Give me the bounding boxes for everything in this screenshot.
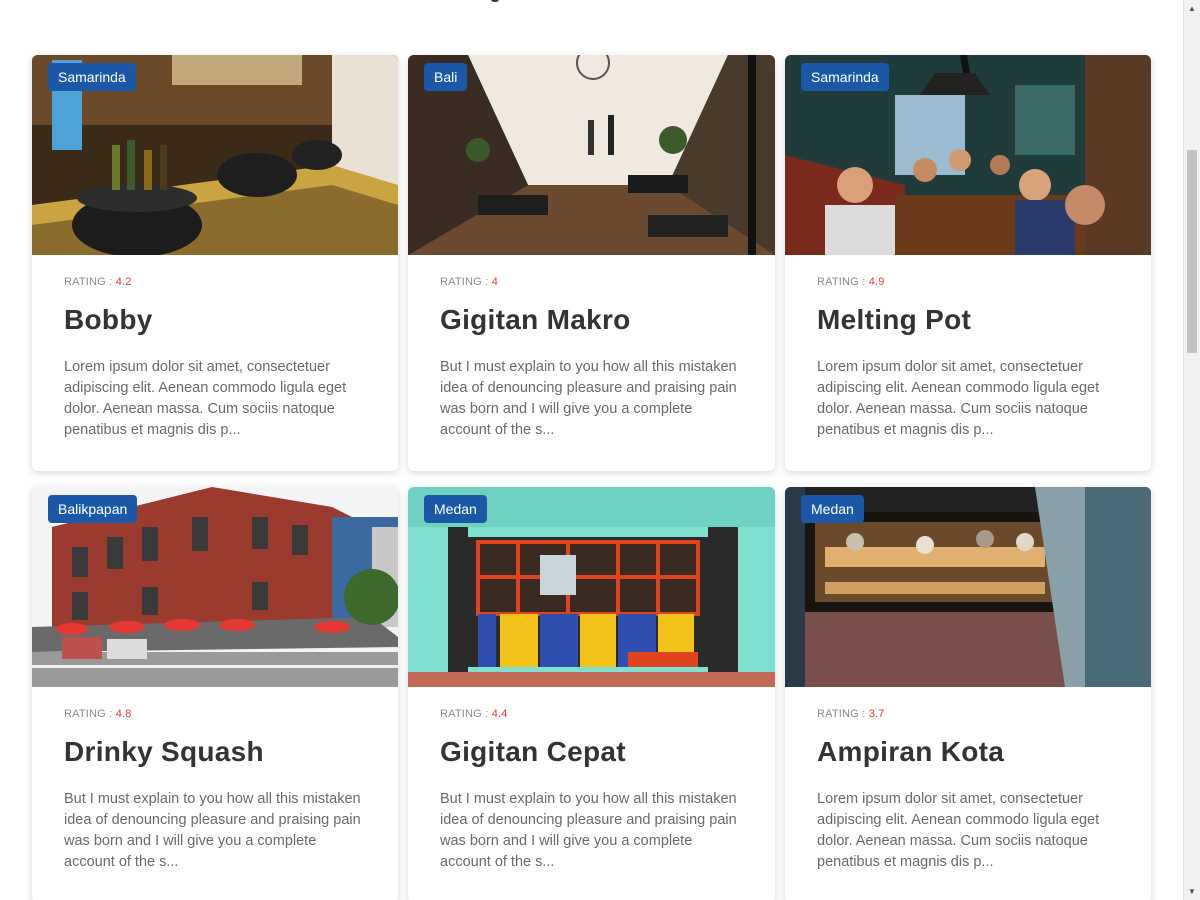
rating-value: 4.9 bbox=[868, 276, 885, 288]
rating-value: 4 bbox=[491, 276, 499, 288]
vertical-scrollbar[interactable]: ▲ ▼ bbox=[1183, 0, 1200, 900]
city-badge: Balikpapan bbox=[48, 495, 138, 523]
restaurant-card[interactable]: Bali RATING : 4 Gigitan Makro But I must… bbox=[408, 55, 775, 471]
restaurant-name[interactable]: Ampiran Kota bbox=[817, 735, 1119, 769]
city-badge: Samarinda bbox=[801, 63, 889, 91]
rating-label: RATING : bbox=[440, 276, 489, 288]
restaurant-description: But I must explain to you how all this m… bbox=[440, 791, 737, 870]
restaurant-description: But I must explain to you how all this m… bbox=[64, 791, 361, 870]
restaurant-photo: Medan bbox=[408, 487, 775, 687]
restaurant-card[interactable]: Medan RATING : 4.4 Gigitan Cepat But I m… bbox=[408, 487, 775, 900]
rating-value: 4.2 bbox=[115, 276, 132, 288]
rating-value: 4.4 bbox=[491, 708, 508, 720]
city-badge: Medan bbox=[801, 495, 864, 523]
restaurant-name[interactable]: Gigitan Cepat bbox=[440, 735, 743, 769]
rating: RATING : 4.2 bbox=[64, 276, 366, 290]
restaurant-description: But I must explain to you how all this m… bbox=[440, 359, 737, 438]
rating: RATING : 4.8 bbox=[64, 708, 366, 722]
page: Samarinda RATING : 4.2 Bobby Lorem ipsum… bbox=[0, 0, 1200, 900]
scroll-up-arrow-icon[interactable]: ▲ bbox=[1184, 0, 1200, 17]
rating-label: RATING : bbox=[817, 276, 866, 288]
rating-value: 4.8 bbox=[115, 708, 132, 720]
restaurant-photo: Bali bbox=[408, 55, 775, 255]
rating-label: RATING : bbox=[64, 708, 113, 720]
city-badge: Bali bbox=[424, 63, 468, 91]
scrollbar-thumb[interactable] bbox=[1187, 150, 1197, 353]
rating: RATING : 4.9 bbox=[817, 276, 1119, 290]
rating: RATING : 4.4 bbox=[440, 708, 743, 722]
restaurant-name[interactable]: Bobby bbox=[64, 303, 366, 337]
scroll-down-arrow-icon[interactable]: ▼ bbox=[1184, 883, 1200, 900]
restaurant-description: Lorem ipsum dolor sit amet, consectetuer… bbox=[64, 359, 347, 438]
restaurant-name[interactable]: Drinky Squash bbox=[64, 735, 366, 769]
rating-value: 3.7 bbox=[868, 708, 885, 720]
restaurant-card[interactable]: Samarinda RATING : 4.2 Bobby Lorem ipsum… bbox=[32, 55, 398, 471]
restaurant-card[interactable]: Balikpapan RATING : 4.8 Drinky Squash Bu… bbox=[32, 487, 398, 900]
restaurant-grid: Samarinda RATING : 4.2 Bobby Lorem ipsum… bbox=[32, 55, 1152, 900]
section-heading-fragment bbox=[491, 0, 499, 2]
city-badge: Medan bbox=[424, 495, 487, 523]
rating-label: RATING : bbox=[440, 708, 489, 720]
restaurant-card[interactable]: Samarinda RATING : 4.9 Melting Pot Lorem… bbox=[785, 55, 1151, 471]
rating: RATING : 4 bbox=[440, 276, 743, 290]
restaurant-description: Lorem ipsum dolor sit amet, consectetuer… bbox=[817, 359, 1100, 438]
restaurant-photo: Samarinda bbox=[32, 55, 398, 255]
restaurant-name[interactable]: Melting Pot bbox=[817, 303, 1119, 337]
restaurant-name[interactable]: Gigitan Makro bbox=[440, 303, 743, 337]
restaurant-photo: Balikpapan bbox=[32, 487, 398, 687]
restaurant-photo: Samarinda bbox=[785, 55, 1151, 255]
rating: RATING : 3.7 bbox=[817, 708, 1119, 722]
restaurant-card[interactable]: Medan RATING : 3.7 Ampiran Kota Lorem ip… bbox=[785, 487, 1151, 900]
city-badge: Samarinda bbox=[48, 63, 136, 91]
restaurant-description: Lorem ipsum dolor sit amet, consectetuer… bbox=[817, 791, 1100, 870]
restaurant-photo: Medan bbox=[785, 487, 1151, 687]
rating-label: RATING : bbox=[817, 708, 866, 720]
rating-label: RATING : bbox=[64, 276, 113, 288]
